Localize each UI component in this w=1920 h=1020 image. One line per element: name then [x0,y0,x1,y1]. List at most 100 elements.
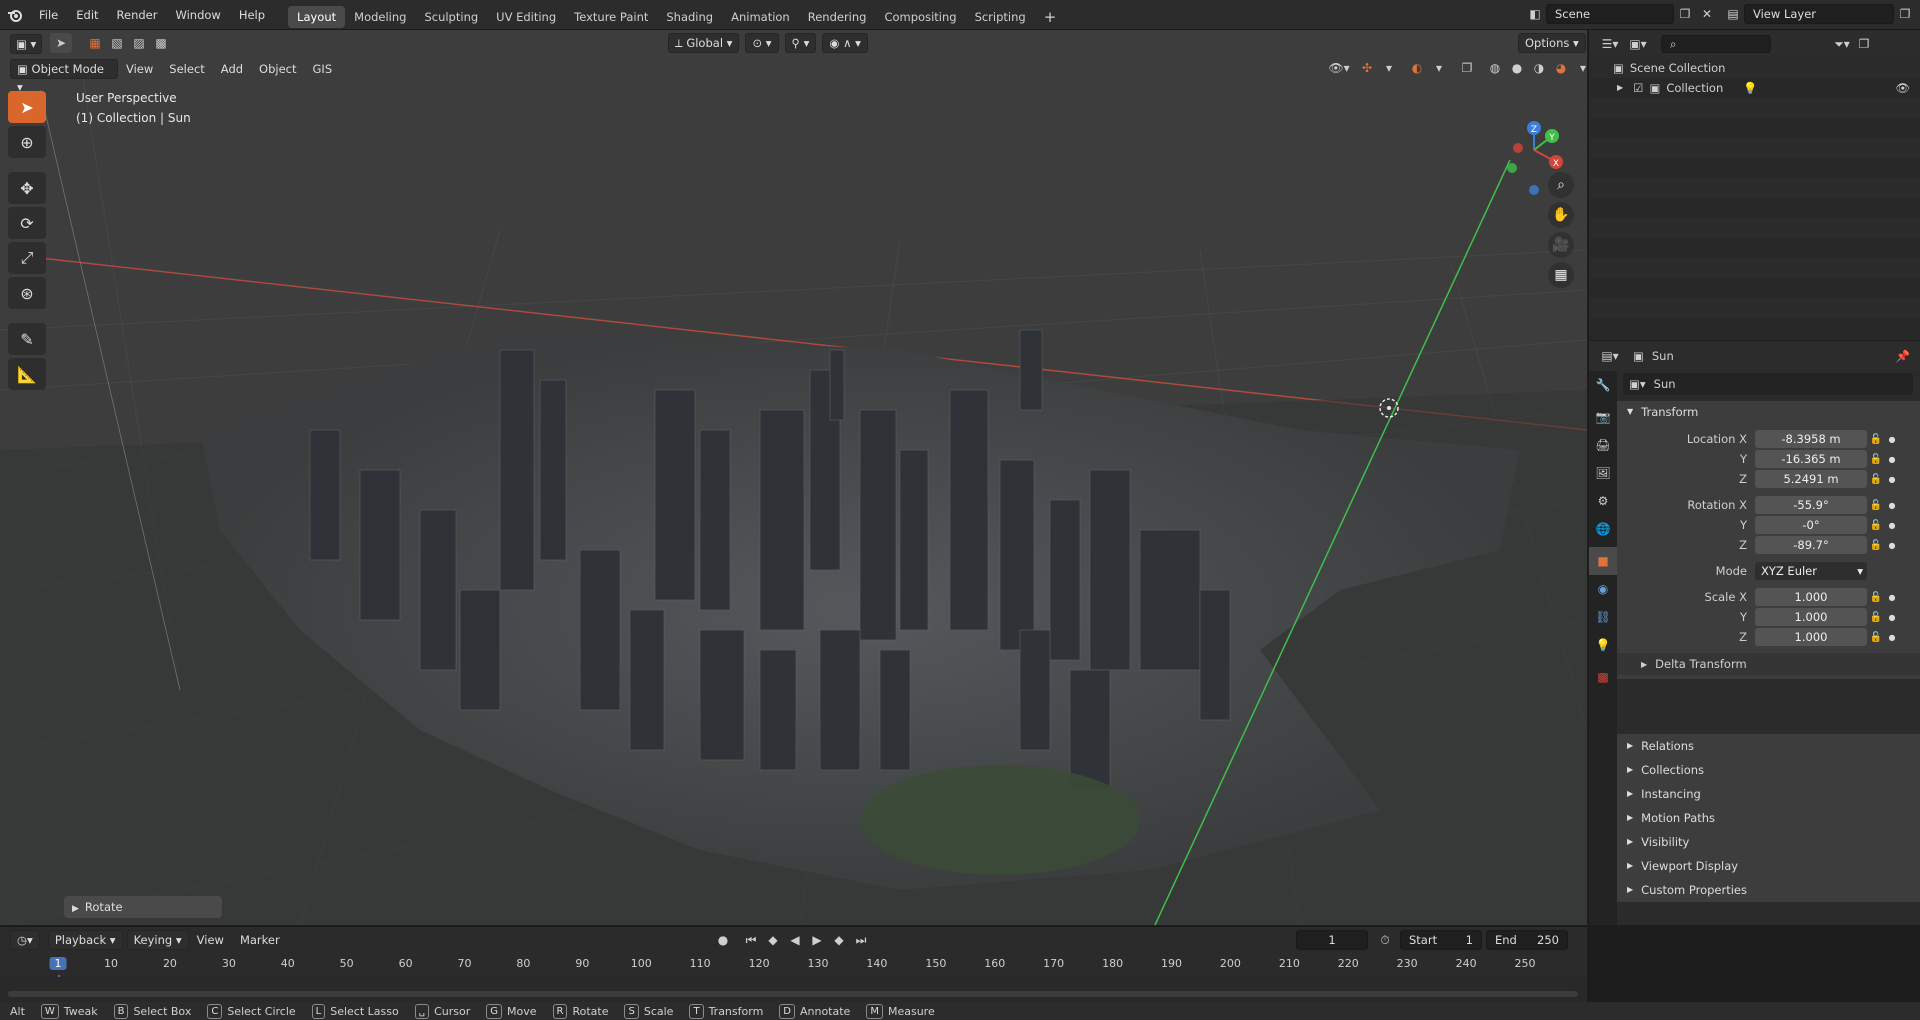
menu-render[interactable]: Render [108,0,167,30]
new-view-layer-icon[interactable]: ❐ [1894,4,1916,24]
display-mode-icon[interactable]: ▣▾ [1627,34,1649,54]
keyframe-dot-icon[interactable]: ● [1885,475,1899,484]
menu-file[interactable]: File [30,0,67,30]
new-collection-icon[interactable]: ❐ [1853,34,1875,54]
new-scene-icon[interactable]: ❐ [1674,4,1696,24]
material-shading-icon[interactable]: ◑ [1528,58,1550,78]
blender-logo-icon[interactable] [0,0,30,30]
xray-icon[interactable]: ❐ [1456,58,1478,78]
viewport-menu-select[interactable]: Select [161,55,212,83]
ortho-grid-icon[interactable]: ▦ [1548,262,1574,288]
keyframe-dot-icon[interactable]: ● [1885,541,1899,550]
lock-icon[interactable]: 🔓 [1867,632,1885,643]
lock-icon[interactable]: 🔓 [1867,520,1885,531]
pan-hand-icon[interactable]: ✋ [1548,202,1574,228]
keyframe-dot-icon[interactable]: ● [1885,521,1899,530]
outliner-search-input[interactable]: ⌕ [1661,35,1771,53]
tool-tab-icon[interactable]: 🔧 [1589,371,1617,399]
scale-x-field[interactable]: 1.000 [1755,588,1867,606]
transform-panel-header[interactable]: ▼ Transform [1617,401,1920,423]
panel-motion-paths[interactable]: ▶ Motion Paths [1617,806,1920,830]
keyframe-dot-icon[interactable]: ● [1885,501,1899,510]
object-tab-icon[interactable]: ■ [1589,547,1617,575]
timeline-scrollbar[interactable] [8,991,1578,997]
select-subtract-icon[interactable]: ▨ [128,33,150,53]
outliner-row-scene-collection[interactable]: ▣ Scene Collection [1589,58,1920,78]
prev-keyframe-icon[interactable]: ◆ [762,930,784,950]
object-mode-select[interactable]: ▣ Object Mode ▾ [10,59,118,94]
tab-uv-editing[interactable]: UV Editing [487,6,565,28]
delete-view-layer-icon[interactable]: ✕ [1916,4,1920,24]
select-tool-icon[interactable]: ➤ [50,33,72,53]
solid-shading-icon[interactable]: ● [1506,58,1528,78]
measure-tool-icon[interactable]: 📐 [8,358,46,390]
viewport-menu-gis[interactable]: GIS [305,55,341,83]
panel-relations[interactable]: ▶ Relations [1617,734,1920,758]
scale-tool-icon[interactable]: ⤢ [8,242,46,274]
wireframe-shading-icon[interactable]: ◍ [1484,58,1506,78]
delta-transform-subpanel[interactable]: ▶ Delta Transform [1617,653,1920,675]
tab-animation[interactable]: Animation [722,6,799,28]
location-y-field[interactable]: -16.365 m [1755,450,1867,468]
tab-scripting[interactable]: Scripting [966,6,1035,28]
gizmo-toggle-icon[interactable]: ✣ [1356,58,1378,78]
keyframe-dot-icon[interactable]: ● [1885,593,1899,602]
lock-icon[interactable]: 🔓 [1867,500,1885,511]
rotate-tool-icon[interactable]: ⟳ [8,207,46,239]
lock-icon[interactable]: 🔓 [1867,434,1885,445]
timeline-body[interactable] [0,977,1587,1003]
keying-menu[interactable]: Keying ▾ [126,930,189,950]
view-layer-field[interactable]: View Layer [1744,4,1894,24]
view-layer-icon[interactable]: ▤ [1722,4,1744,24]
cursor-tool-icon[interactable]: ⊕ [8,126,46,158]
constraints-tab-icon[interactable]: ⛓ [1589,603,1617,631]
scale-y-field[interactable]: 1.000 [1755,608,1867,626]
pivot-icon[interactable]: ⊙ ▾ [745,33,779,53]
timeline-menu-view[interactable]: View [189,926,232,954]
tab-compositing[interactable]: Compositing [875,6,965,28]
play-reverse-icon[interactable]: ◀ [784,930,806,950]
select-box-tool-icon[interactable]: ➤ [8,91,46,123]
lock-icon[interactable]: 🔓 [1867,454,1885,465]
panel-viewport-display[interactable]: ▶ Viewport Display [1617,854,1920,878]
view-layer-tab-icon[interactable]: 🖼 [1589,459,1617,487]
annotate-tool-icon[interactable]: ✎ [8,323,46,355]
keyframe-dot-icon[interactable]: ● [1885,633,1899,642]
panel-collections[interactable]: ▶ Collections [1617,758,1920,782]
gizmo-dropdown-icon[interactable]: ▾ [1378,58,1400,78]
jump-end-icon[interactable]: ⏭ [850,930,872,950]
add-workspace-icon[interactable]: + [1035,6,1066,28]
collection-checkbox[interactable]: ☑ [1633,78,1643,98]
scene-field[interactable]: Scene [1546,4,1674,24]
select-new-icon[interactable]: ▦ [84,33,106,53]
light-data-tab-icon[interactable]: 💡 [1589,631,1617,659]
proportional-edit-icon[interactable]: ◉ ∧ ▾ [822,33,868,53]
timeline-type-icon[interactable]: ◷▾ [10,930,40,950]
panel-instancing[interactable]: ▶ Instancing [1617,782,1920,806]
outliner-row-collection[interactable]: ▶ ☑ ▣ Collection 💡 👁 [1589,78,1920,98]
keyframe-dot-icon[interactable]: ● [1885,613,1899,622]
tab-sculpting[interactable]: Sculpting [415,6,487,28]
rotation-z-field[interactable]: -89.7° [1755,536,1867,554]
viewport-menu-add[interactable]: Add [213,55,251,83]
shading-dropdown-icon[interactable]: ▾ [1572,58,1587,78]
filter-icon[interactable]: ⏷▾ [1831,34,1853,54]
playhead-frame-indicator[interactable]: 1 [49,957,67,970]
keyframe-dot-icon[interactable]: ● [1885,455,1899,464]
outliner-type-icon[interactable]: ☰▾ [1599,34,1621,54]
menu-window[interactable]: Window [166,0,229,30]
expand-arrow-icon[interactable]: ▶ [1617,78,1623,98]
scene-icon[interactable]: ◧ [1524,4,1546,24]
select-extend-icon[interactable]: ▧ [106,33,128,53]
tab-shading[interactable]: Shading [657,6,722,28]
visibility-icon[interactable]: 👁▾ [1328,58,1350,78]
record-icon[interactable]: ● [712,930,734,950]
panel-custom-properties[interactable]: ▶ Custom Properties [1617,878,1920,902]
viewport-menu-object[interactable]: Object [251,55,304,83]
lock-icon[interactable]: 🔓 [1867,592,1885,603]
timeline-ruler[interactable]: 1 10 20 30 40 50 60 70 80 90 100 110 120 130 140 150 160… [0,953,1587,1003]
transform-tool-icon[interactable]: ⊛ [8,277,46,309]
scale-z-field[interactable]: 1.000 [1755,628,1867,646]
location-z-field[interactable]: 5.2491 m [1755,470,1867,488]
object-name-field[interactable]: ▣▾ Sun [1623,373,1913,395]
